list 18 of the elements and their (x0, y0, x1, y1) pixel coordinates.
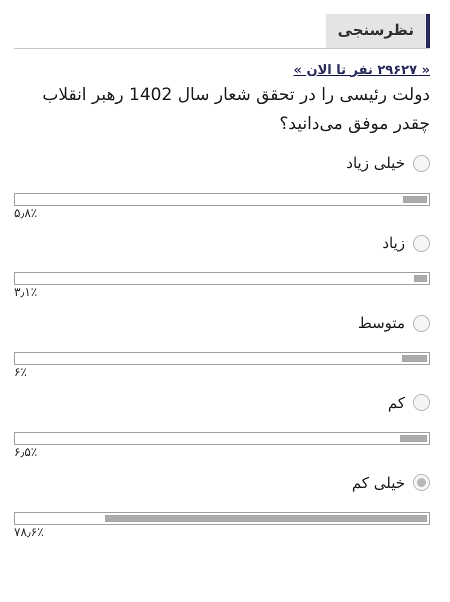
percent-label: ۷۸٫۶٪ (14, 525, 44, 540)
option-label: زیاد (382, 232, 405, 254)
radio-button[interactable] (413, 234, 430, 252)
radio-button[interactable] (413, 394, 430, 412)
poll-question: دولت رئیسی را در تحقق شعار سال 1402 رهبر انقلاب چقدر موفق می‌دانید؟ (41, 84, 430, 136)
radio-button[interactable] (413, 474, 430, 492)
percent-label: ۵٫۸٪ (14, 206, 38, 220)
percent-label: ۳٫۱٪ (14, 285, 38, 300)
option-label: خیلی زیاد (346, 153, 405, 174)
radio-button[interactable] (413, 154, 430, 172)
option-label: کم (388, 392, 405, 414)
participants-link[interactable]: « ۲۹۶۲۷ نفر تا الان » (294, 62, 430, 78)
option-label: خیلی کم (352, 472, 405, 494)
percent-label: ۶٫۵٪ (14, 445, 38, 460)
percent-label: ۶٪ (14, 365, 27, 380)
section-title: نظرسنجی (326, 14, 430, 48)
option-label: متوسط (358, 312, 405, 334)
radio-button[interactable] (413, 314, 430, 332)
